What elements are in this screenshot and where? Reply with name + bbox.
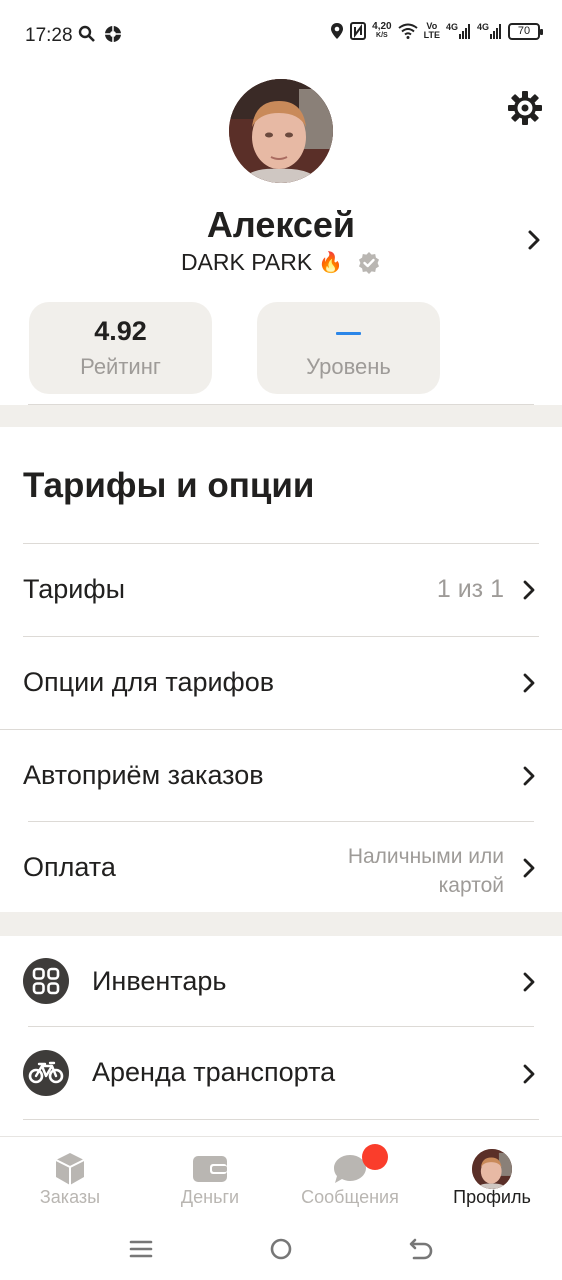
volte-indicator: Vo LTE xyxy=(423,21,440,40)
network-speed: 4,20 K/S xyxy=(372,21,392,40)
home-icon[interactable] xyxy=(266,1234,296,1264)
avatar xyxy=(472,1149,512,1189)
battery-icon: 70 xyxy=(508,22,543,40)
signal-2: 4G xyxy=(477,23,502,39)
nav-label: Сообщения xyxy=(301,1187,399,1207)
row-label: Опции для тарифов xyxy=(23,667,275,697)
row-label: Тарифы xyxy=(23,574,126,604)
nav-orders[interactable]: Заказы xyxy=(0,1137,140,1221)
signal-icon xyxy=(490,24,501,39)
chevron-right-icon xyxy=(523,858,535,878)
row-auto-accept[interactable]: Автоприём заказов xyxy=(0,730,562,821)
rating-card[interactable]: 4.92 Рейтинг xyxy=(29,302,212,394)
park-line: DARK PARK 🔥 xyxy=(0,249,562,276)
row-payment[interactable]: Оплата Наличными или картой xyxy=(0,822,562,912)
row-label: Оплата xyxy=(23,852,116,882)
status-bar: 17:28 4,20 K/S Vo LTE 4G 4G 70 xyxy=(0,0,562,70)
row-value: 1 из 1 xyxy=(436,575,504,603)
signal-1: 4G xyxy=(446,23,471,39)
row-tariff-options[interactable]: Опции для тарифов xyxy=(0,637,562,729)
gear-icon xyxy=(508,91,542,125)
row-value: Наличными или картой xyxy=(347,845,504,897)
nav-money[interactable]: Деньги xyxy=(140,1137,280,1221)
nfc-icon xyxy=(350,22,367,40)
divider xyxy=(23,1119,539,1120)
chevron-right-icon xyxy=(523,673,535,693)
level-label: Уровень xyxy=(306,354,391,379)
bicycle-icon xyxy=(23,1050,69,1096)
nav-messages[interactable]: Сообщения xyxy=(280,1137,420,1221)
nav-label: Деньги xyxy=(180,1187,240,1207)
profile-avatar[interactable] xyxy=(229,79,333,183)
recent-apps-icon[interactable] xyxy=(126,1234,156,1264)
rating-value: 4.92 xyxy=(94,316,147,346)
row-label: Аренда транспорта xyxy=(92,1057,336,1087)
park-name: DARK PARK xyxy=(180,249,313,275)
row-label: Инвентарь xyxy=(92,966,227,996)
status-time: 17:28 xyxy=(25,25,73,46)
chevron-right-icon xyxy=(523,1064,535,1084)
chevron-right-icon xyxy=(523,580,535,600)
inventory-icon xyxy=(23,958,69,1004)
nav-profile[interactable]: Профиль xyxy=(422,1137,562,1221)
system-nav-bar xyxy=(0,1220,562,1280)
back-icon[interactable] xyxy=(406,1234,436,1264)
chevron-right-icon xyxy=(523,766,535,786)
profile-name[interactable]: Алексей xyxy=(0,204,562,246)
section-separator xyxy=(0,912,562,936)
nav-label: Профиль xyxy=(453,1187,531,1207)
row-inventory[interactable]: Инвентарь xyxy=(0,936,562,1026)
verified-badge-icon xyxy=(359,251,380,274)
signal-icon xyxy=(458,24,470,39)
search-icon xyxy=(78,25,95,42)
nav-label: Заказы xyxy=(39,1187,101,1207)
row-tariffs[interactable]: Тарифы 1 из 1 xyxy=(0,544,562,636)
row-vehicle-rental[interactable]: Аренда транспорта xyxy=(0,1027,562,1119)
cube-icon xyxy=(55,1153,85,1185)
level-card[interactable]: Уровень xyxy=(257,302,440,394)
rating-label: Рейтинг xyxy=(80,354,161,379)
location-icon xyxy=(331,23,344,39)
row-label: Автоприём заказов xyxy=(23,760,264,790)
fire-emoji: 🔥 xyxy=(318,252,344,274)
level-empty-dash xyxy=(336,332,361,335)
section-separator xyxy=(0,405,562,427)
wallet-icon xyxy=(193,1156,227,1182)
settings-button[interactable] xyxy=(505,88,545,128)
app-notification-icon xyxy=(105,26,121,42)
chevron-right-icon xyxy=(523,972,535,992)
unread-badge xyxy=(362,1144,388,1170)
bottom-nav: Заказы Деньги Сообщения Профиль xyxy=(0,1136,562,1220)
wifi-icon xyxy=(398,23,418,39)
section-title-tariffs: Тарифы и опции xyxy=(23,466,315,505)
avatar-photo xyxy=(229,79,333,183)
